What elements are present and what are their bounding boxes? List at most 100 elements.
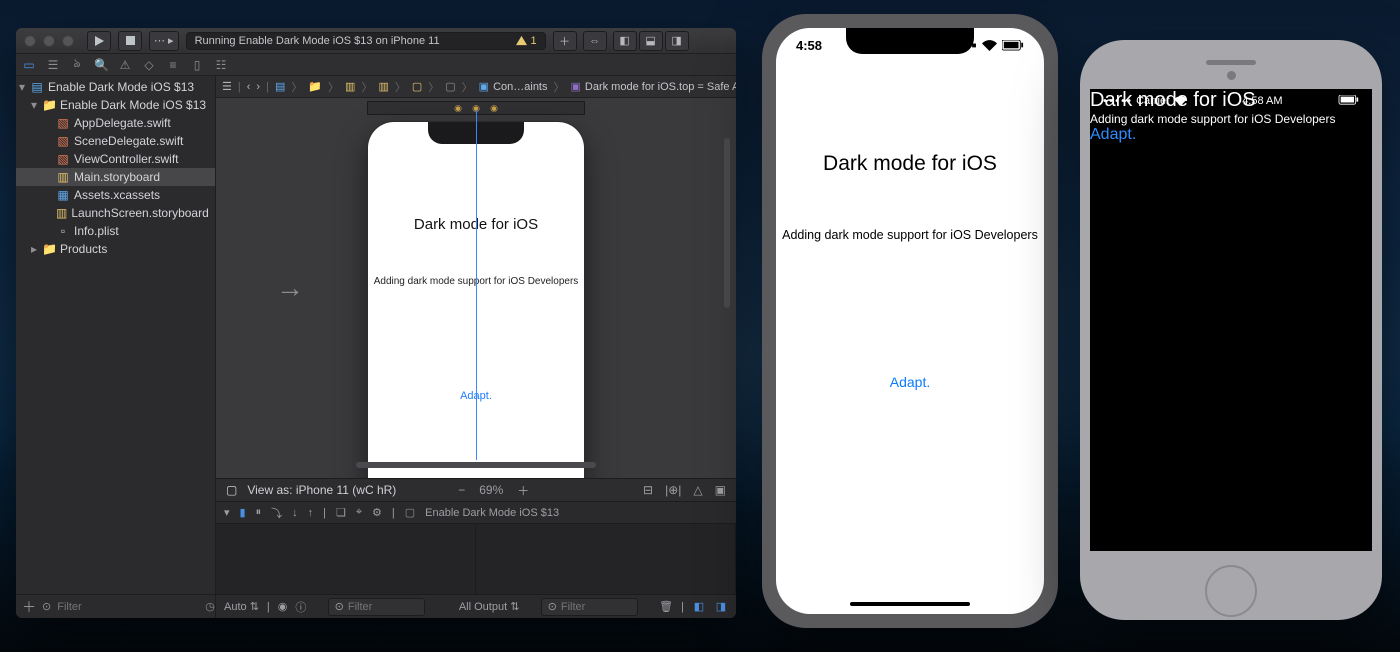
crumb-constraint-detail[interactable]: Dark mode for iOS.top = Safe Area.top + …: [585, 81, 736, 93]
home-button[interactable]: [1205, 565, 1257, 617]
adapt-button[interactable]: Adapt.: [1090, 126, 1372, 144]
toggle-navigator-button[interactable]: ◧: [613, 31, 637, 51]
align-icon[interactable]: ⊟: [643, 483, 653, 497]
report-tab[interactable]: ☷: [214, 58, 228, 72]
trash-icon[interactable]: 🗑: [659, 600, 673, 613]
tree-file-label: LaunchScreen.storyboard: [71, 206, 215, 220]
auto-selector[interactable]: Auto ⇅: [224, 600, 259, 613]
tree-file[interactable]: ▦Assets.xcassets: [16, 186, 215, 204]
vc-icon[interactable]: ◉: [453, 103, 463, 113]
print-icon[interactable]: ⓘ: [295, 599, 306, 615]
tree-file-selected[interactable]: ▥Main.storyboard: [16, 168, 215, 186]
signal-icon: •••••: [1102, 96, 1132, 107]
outline-toggle-icon[interactable]: ☰: [222, 80, 232, 93]
canvas-vscrollbar[interactable]: [724, 138, 730, 308]
debug-process-label[interactable]: Enable Dark Mode iOS $13: [425, 507, 559, 519]
crumb-constraints[interactable]: Con…aints: [493, 81, 547, 93]
status-time: 4:58 AM: [1242, 95, 1282, 107]
symbol-tab[interactable]: ঌ: [70, 55, 84, 75]
zoom-icon[interactable]: [62, 35, 74, 47]
zoom-out-button[interactable]: −: [458, 483, 465, 497]
tree-file[interactable]: ▥LaunchScreen.storyboard: [16, 204, 215, 222]
issue-tab[interactable]: ⚠: [118, 58, 132, 72]
pause-icon[interactable]: ⏸: [256, 506, 262, 519]
carrier-label: Carrier: [1136, 95, 1170, 107]
debug-area: [216, 524, 736, 594]
step-out-icon[interactable]: ↑: [308, 507, 314, 519]
tree-file-label: Info.plist: [74, 224, 127, 238]
tree-file[interactable]: ▧AppDelegate.swift: [16, 114, 215, 132]
app-subtitle-label: Adding dark mode support for iOS Develop…: [776, 228, 1044, 242]
search-tab[interactable]: 🔍: [94, 58, 108, 72]
scheme-selector[interactable]: ⋯ ▸: [149, 31, 179, 51]
view-as-label[interactable]: View as: iPhone 11 (wC hR): [247, 483, 396, 497]
tree-root[interactable]: ▾ ▤ Enable Dark Mode iOS $13: [16, 78, 215, 96]
exit-icon[interactable]: ◉: [489, 103, 499, 113]
output-selector[interactable]: All Output ⇅: [459, 600, 520, 613]
jump-bar[interactable]: ☰ | ‹ › | ▤〉 📁〉 ▥〉 ▥〉 ▢〉 ▢〉 ▣Con…aints〉 …: [216, 76, 736, 98]
hide-debug-icon[interactable]: ▾: [224, 506, 230, 519]
variables-filter[interactable]: ⊙: [328, 598, 425, 616]
file-tree[interactable]: ▾ ▤ Enable Dark Mode iOS $13 ▾ 📁 Enable …: [16, 76, 215, 594]
memory-graph-icon[interactable]: ⌖: [356, 506, 362, 519]
traffic-lights: [24, 35, 80, 47]
stop-button[interactable]: [118, 31, 142, 51]
env-overrides-icon[interactable]: ⚙: [372, 506, 382, 519]
variables-filter-input[interactable]: [348, 601, 418, 613]
app-title-label: Dark mode for iOS: [776, 152, 1044, 176]
variables-view[interactable]: [216, 524, 476, 594]
activity-viewer[interactable]: Running Enable Dark Mode iOS $13 on iPho…: [186, 32, 546, 50]
tree-group[interactable]: ▾ 📁 Enable Dark Mode iOS $13: [16, 96, 215, 114]
embed-icon[interactable]: ▣: [715, 483, 726, 497]
canvas-hscrollbar[interactable]: [356, 462, 596, 468]
forward-button[interactable]: ›: [256, 81, 260, 93]
recent-filter-icon[interactable]: ◷: [205, 600, 215, 613]
step-over-icon[interactable]: ⤵: [271, 505, 282, 521]
adapt-button[interactable]: Adapt.: [776, 374, 1044, 390]
run-button[interactable]: [87, 31, 111, 51]
home-indicator[interactable]: [850, 602, 970, 606]
step-into-icon[interactable]: ↓: [292, 507, 298, 519]
back-button[interactable]: ‹: [247, 81, 251, 93]
breakpoints-icon[interactable]: ▮: [240, 506, 246, 519]
warning-badge[interactable]: 1: [516, 35, 536, 47]
code-review-button[interactable]: ⇔: [583, 31, 607, 51]
toggle-inspector-button[interactable]: ◨: [665, 31, 689, 51]
source-control-tab[interactable]: ☰: [46, 58, 60, 72]
breakpoint-tab[interactable]: ▯: [190, 58, 204, 72]
view-debug-icon[interactable]: ❏: [336, 506, 346, 519]
interface-builder-canvas[interactable]: ◉ ◉ ◉ → Dark mode for iOS Adding dark mo…: [216, 98, 736, 478]
resolve-icon[interactable]: △: [693, 483, 702, 497]
project-navigator: ▾ ▤ Enable Dark Mode iOS $13 ▾ 📁 Enable …: [16, 76, 216, 618]
close-icon[interactable]: [24, 35, 36, 47]
project-navigator-tab[interactable]: ▭: [22, 58, 36, 72]
show-variables-icon[interactable]: ◧: [692, 600, 706, 613]
show-console-icon[interactable]: ◨: [714, 600, 728, 613]
debug-tab[interactable]: ≡: [166, 58, 180, 72]
add-file-button[interactable]: ＋: [22, 597, 36, 617]
sim-light-screen[interactable]: 4:58 ▪▪▪▪ Dark mode for iOS Adding dark …: [776, 28, 1044, 614]
device-config-icon[interactable]: ▢: [226, 483, 237, 497]
console-filter[interactable]: ⊙: [541, 598, 638, 616]
minimize-icon[interactable]: [43, 35, 55, 47]
sim-dark-screen[interactable]: ••••• Carrier 4:58 AM Dark mode for iOS …: [1090, 89, 1372, 551]
test-tab[interactable]: ◇: [142, 58, 156, 72]
quicklook-icon[interactable]: ◉: [278, 600, 288, 613]
tree-file[interactable]: ▫Info.plist: [16, 222, 215, 240]
tree-file-label: AppDelegate.swift: [74, 116, 179, 130]
navigator-filter-input[interactable]: [57, 601, 199, 613]
tree-file[interactable]: ▧ViewController.swift: [16, 150, 215, 168]
pin-icon[interactable]: |⊕|: [665, 483, 681, 497]
console-filter-input[interactable]: [561, 601, 631, 613]
zoom-level[interactable]: 69%: [479, 483, 503, 497]
console-output[interactable]: [476, 524, 736, 594]
tree-file-label: ViewController.swift: [74, 152, 186, 166]
activity-text: Running Enable Dark Mode iOS $13 on iPho…: [195, 35, 440, 47]
library-button[interactable]: ＋: [553, 31, 577, 51]
zoom-in-button[interactable]: ＋: [517, 482, 529, 499]
tree-root-label: Enable Dark Mode iOS $13: [48, 80, 202, 94]
camera-icon: [1227, 71, 1236, 80]
tree-file[interactable]: ▧SceneDelegate.swift: [16, 132, 215, 150]
tree-products[interactable]: ▸ 📁 Products: [16, 240, 215, 258]
toggle-debug-button[interactable]: ⬓: [639, 31, 663, 51]
